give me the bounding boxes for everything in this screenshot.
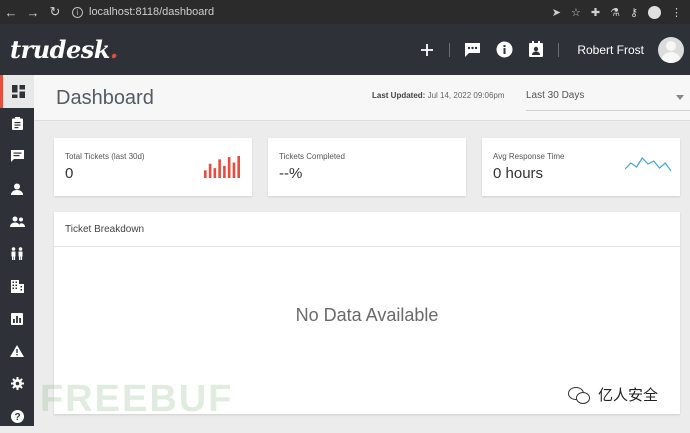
sidebar-item-messages[interactable] bbox=[0, 140, 34, 173]
key-icon[interactable]: ⚷ bbox=[630, 6, 638, 19]
sparkline-bar bbox=[223, 165, 226, 178]
back-arrow-icon[interactable]: ← bbox=[0, 0, 22, 24]
add-ticket-icon[interactable] bbox=[411, 24, 443, 75]
svg-text:?: ? bbox=[14, 412, 20, 423]
messages-icon bbox=[10, 150, 24, 163]
watermark: FREEBUF bbox=[40, 378, 234, 420]
stat-card-total-tickets: Total Tickets (last 30d) 0 bbox=[54, 138, 252, 196]
stat-label: Avg Response Time bbox=[493, 152, 565, 161]
tickets-icon bbox=[11, 117, 23, 131]
wechat-icon bbox=[568, 386, 590, 404]
last-updated: Last Updated: Jul 14, 2022 09:06pm bbox=[372, 91, 505, 100]
wechat-label: 亿人安全 bbox=[598, 387, 659, 404]
topbar-divider bbox=[558, 42, 560, 57]
browser-menu-icon[interactable]: ⋮ bbox=[671, 6, 682, 19]
sidebar-item-departments[interactable] bbox=[0, 270, 34, 303]
stat-value: --% bbox=[279, 165, 303, 182]
date-range-select[interactable]: Last 30 Days bbox=[526, 83, 690, 111]
chat-icon[interactable] bbox=[456, 24, 488, 75]
info-icon[interactable]: i bbox=[72, 6, 83, 18]
sidebar-item-teams[interactable] bbox=[0, 238, 34, 271]
contact-card-icon[interactable] bbox=[520, 24, 552, 75]
stat-card-tickets-completed: Tickets Completed --% bbox=[268, 138, 466, 196]
reload-icon[interactable]: ↻ bbox=[44, 0, 66, 24]
browser-profile-icon[interactable] bbox=[648, 5, 661, 19]
reports-icon bbox=[11, 312, 23, 325]
panel-title: Ticket Breakdown bbox=[54, 212, 680, 247]
last-updated-label: Last Updated: bbox=[372, 91, 426, 100]
teams-icon bbox=[11, 247, 23, 261]
user-name[interactable]: Robert Frost bbox=[577, 43, 644, 57]
departments-icon bbox=[10, 279, 24, 293]
wechat-badge: 亿人安全 bbox=[568, 384, 658, 405]
sparkline-bar bbox=[227, 157, 231, 178]
sidebar-item-customers[interactable] bbox=[0, 205, 34, 238]
stat-value: 0 bbox=[65, 165, 74, 182]
sidebar-item-dashboard[interactable] bbox=[0, 75, 34, 108]
page-title: Dashboard bbox=[56, 87, 154, 109]
stat-label: Tickets Completed bbox=[279, 152, 345, 161]
logo-dot: . bbox=[109, 35, 118, 64]
stat-label: Total Tickets (last 30d) bbox=[65, 152, 145, 161]
sparkline-bar bbox=[237, 156, 240, 178]
sidebar-item-tickets[interactable] bbox=[0, 108, 34, 141]
sidebar-item-notices[interactable] bbox=[0, 335, 34, 368]
send-icon[interactable]: ➤ bbox=[552, 6, 561, 19]
sidebar-nav: ? bbox=[0, 75, 34, 426]
info-circle-icon[interactable] bbox=[488, 24, 520, 75]
settings-icon bbox=[10, 377, 24, 391]
page-header: Dashboard Last Updated: Jul 14, 2022 09:… bbox=[34, 75, 690, 121]
notices-icon bbox=[10, 345, 24, 358]
last-updated-value: Jul 14, 2022 09:06pm bbox=[427, 91, 505, 100]
empty-state-text: No Data Available bbox=[295, 305, 439, 325]
sparkline-bar bbox=[213, 168, 217, 178]
logo-text: trudesk bbox=[10, 35, 110, 64]
total-tickets-sparkline bbox=[204, 156, 240, 178]
sidebar-item-accounts[interactable] bbox=[0, 173, 34, 206]
help-icon: ? bbox=[10, 409, 24, 423]
bookmark-star-icon[interactable]: ☆ bbox=[571, 6, 581, 19]
address-bar[interactable]: i localhost:8118/dashboard bbox=[72, 6, 214, 18]
app-topbar: trudesk. Robert Frost bbox=[0, 24, 690, 75]
sidebar-item-help[interactable]: ? bbox=[0, 400, 34, 433]
sparkline-bar bbox=[232, 162, 236, 178]
sparkline-bar bbox=[208, 163, 212, 178]
customers-icon bbox=[9, 216, 25, 227]
account-icon bbox=[11, 183, 23, 195]
avg-response-sparkline bbox=[625, 157, 671, 172]
chevron-down-icon bbox=[676, 95, 684, 100]
sparkline-bar bbox=[218, 159, 221, 178]
avatar[interactable] bbox=[658, 36, 684, 63]
date-range-value: Last 30 Days bbox=[526, 90, 585, 101]
extensions-icon[interactable]: ✚ bbox=[591, 6, 600, 19]
sidebar-item-settings[interactable] bbox=[0, 368, 34, 401]
url-text: localhost:8118/dashboard bbox=[89, 6, 215, 18]
sparkline-line bbox=[625, 157, 671, 172]
stat-value: 0 hours bbox=[493, 165, 544, 182]
dashboard-icon bbox=[12, 84, 25, 98]
flask-icon[interactable]: ⚗ bbox=[610, 6, 620, 19]
stat-card-avg-response: Avg Response Time 0 hours bbox=[482, 138, 680, 196]
sidebar-item-reports[interactable] bbox=[0, 303, 34, 336]
topbar-divider bbox=[449, 42, 451, 57]
forward-arrow-icon[interactable]: → bbox=[22, 0, 44, 24]
trudesk-logo[interactable]: trudesk. bbox=[10, 35, 118, 64]
sparkline-bar bbox=[204, 170, 207, 178]
browser-toolbar: ← → ↻ i localhost:8118/dashboard ➤ ☆ ✚ ⚗… bbox=[0, 0, 690, 24]
